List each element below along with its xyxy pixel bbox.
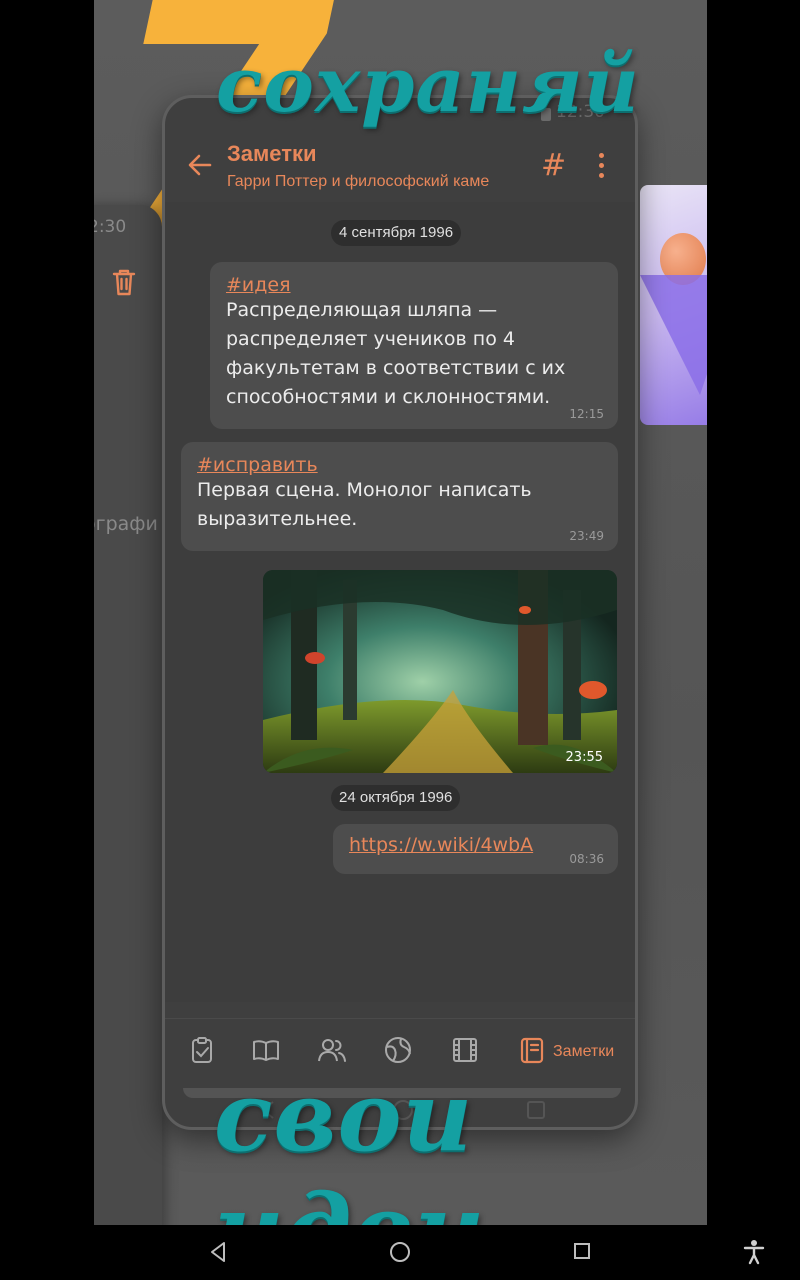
note-time: 08:36 <box>569 852 604 866</box>
decoration-shape <box>640 275 707 395</box>
note-bubble[interactable]: https://w.wiki/4wbA 08:36 <box>333 824 618 874</box>
hashtag-button[interactable]: # <box>541 148 566 183</box>
recents-nav-icon[interactable] <box>572 1241 592 1261</box>
note-bubble[interactable]: #идея Распределяющая шляпа — распределяе… <box>210 262 618 429</box>
link-url[interactable]: https://w.wiki/4wbA <box>349 834 533 856</box>
secondary-phone-text: ографи <box>94 513 158 535</box>
secondary-phone-time: 2:30 <box>94 217 127 237</box>
notes-list[interactable]: 4 сентября 1996 #идея Распределяющая шля… <box>165 202 635 1098</box>
more-options-icon[interactable] <box>593 150 609 180</box>
note-text: Распределяющая шляпа — распределяет учен… <box>226 299 566 408</box>
home-nav-icon[interactable] <box>388 1240 412 1264</box>
note-time: 12:15 <box>569 407 604 421</box>
promo-decoration <box>640 185 707 425</box>
clipboard-icon[interactable] <box>187 1035 217 1065</box>
promo-canvas: 7 2:30 ографи 12:30 Заметки Гарри Поттер… <box>94 0 707 1225</box>
date-separator: 4 сентября 1996 <box>331 220 462 246</box>
promo-headline-bottom: свои идеи <box>214 1060 484 1225</box>
secondary-phone: 2:30 ографи <box>94 205 162 1225</box>
system-navigation-bar <box>0 1225 800 1280</box>
forest-image <box>263 570 617 773</box>
note-time: 23:49 <box>569 529 604 543</box>
phone-mockup: 12:30 Заметки Гарри Поттер и философский… <box>162 95 638 1130</box>
back-arrow-icon[interactable] <box>187 152 213 178</box>
app-bar: Заметки Гарри Поттер и философский каме … <box>165 136 635 202</box>
nav-label-notes[interactable]: Заметки <box>553 1043 614 1061</box>
trash-icon <box>112 269 136 296</box>
note-text: Первая сцена. Монолог написать выразител… <box>197 479 532 530</box>
promo-headline-top: сохраняй <box>216 40 640 129</box>
date-separator: 24 октября 1996 <box>331 785 461 811</box>
page-title: Заметки <box>227 141 317 166</box>
accessibility-icon[interactable] <box>742 1239 766 1265</box>
back-nav-icon[interactable] <box>208 1240 228 1264</box>
hashtag-link[interactable]: #исправить <box>197 454 602 476</box>
note-bubble[interactable]: #исправить Первая сцена. Монолог написат… <box>181 442 618 551</box>
hashtag-link[interactable]: #идея <box>226 274 602 296</box>
note-image[interactable]: 23:55 <box>263 570 617 773</box>
image-time: 23:55 <box>565 750 603 765</box>
page-subtitle: Гарри Поттер и философский каме <box>227 173 490 190</box>
